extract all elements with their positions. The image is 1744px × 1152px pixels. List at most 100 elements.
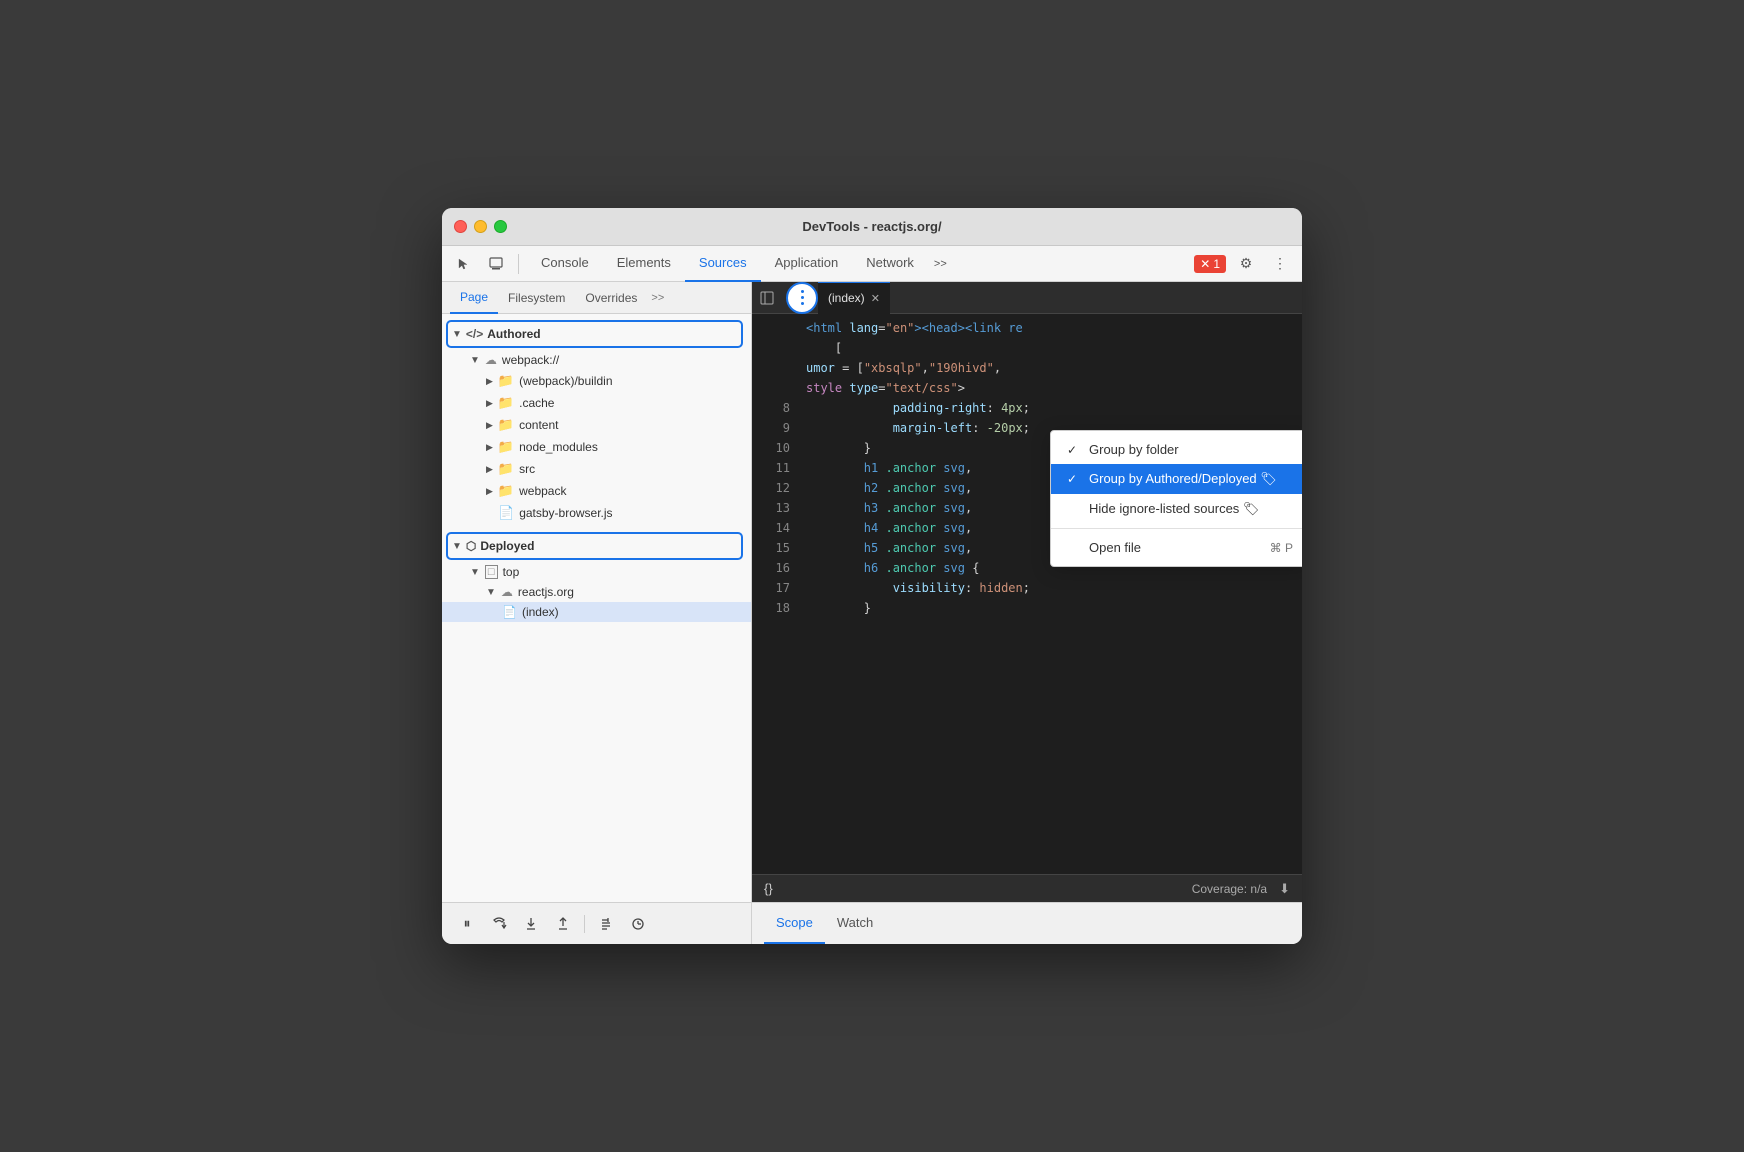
coverage-download-icon[interactable]: ⬇ [1279,881,1290,897]
sidebar-more-tabs[interactable]: >> [647,288,668,308]
code-editor: (index) ✕ <html lang="en"><head><link re… [752,282,1302,902]
menu-separator [1051,528,1302,529]
folder-webpack[interactable]: ▶ 📁 webpack [442,480,751,502]
folder-label: .cache [519,396,554,410]
deployed-section-header[interactable]: ▼ ⬡ Deployed [446,532,743,560]
tab-close-button[interactable]: ✕ [871,292,880,305]
menu-item-hide-ignore[interactable]: Hide ignore-listed sources 🏷 [1051,494,1302,524]
code-tab-index[interactable]: (index) ✕ [818,282,890,314]
folder-icon: 📁 [498,439,514,455]
tab-sources[interactable]: Sources [685,246,761,282]
line-number: 18 [760,598,790,618]
step-next-button[interactable] [625,911,651,937]
line-number: 14 [760,518,790,538]
code-content: } [806,598,871,618]
folder-node-modules[interactable]: ▶ 📁 node_modules [442,436,751,458]
index-label: (index) [522,605,559,619]
step-into-button[interactable] [518,911,544,937]
code-content: padding-right: 4px; [806,398,1030,418]
tab-elements[interactable]: Elements [603,246,685,282]
sidebar-toggle-btn[interactable] [752,282,782,314]
webpack-item[interactable]: ▼ ☁ webpack:// [442,350,751,370]
toolbar-divider [518,254,519,274]
close-button[interactable] [454,220,467,233]
index-item[interactable]: 📄 (index) [442,602,751,622]
checkmark-icon-active: ✓ [1067,472,1081,486]
menu-item-group-by-folder[interactable]: ✓ Group by folder [1051,435,1302,464]
traffic-lights [454,220,507,233]
error-badge[interactable]: ✕ 1 [1194,255,1226,273]
tab-console[interactable]: Console [527,246,603,282]
pause-button[interactable]: ⏸ [454,911,480,937]
settings-icon[interactable]: ⚙ [1232,250,1260,278]
menu-shortcut: ⌘ P [1270,541,1293,555]
tab-network[interactable]: Network [852,246,928,282]
line-number: 16 [760,558,790,578]
index-file-icon: 📄 [502,605,517,619]
folder-icon: 📁 [498,483,514,499]
debug-controls: ⏸ [442,903,752,944]
pointer-tool-icon[interactable] [450,250,478,278]
folder-cache[interactable]: ▶ 📁 .cache [442,392,751,414]
authored-section-header[interactable]: ▼ </> Authored [446,320,743,348]
content-area: Page Filesystem Overrides >> ▼ </> Autho… [442,282,1302,902]
line-number [760,358,790,378]
line-number [760,318,790,338]
line-number: 17 [760,578,790,598]
scope-watch-tabs: Scope Watch [752,903,1302,944]
folder-content[interactable]: ▶ 📁 content [442,414,751,436]
code-content: h1 .anchor svg, [806,458,972,478]
cloud-icon-2: ☁ [501,585,513,599]
minimize-button[interactable] [474,220,487,233]
coverage-label: Coverage: n/a [1192,882,1267,896]
debug-divider [584,915,585,933]
sidebar-tab-filesystem[interactable]: Filesystem [498,282,575,314]
deployed-chevron: ▼ [452,541,462,552]
error-x-icon: ✕ [1200,257,1210,271]
folder-src[interactable]: ▶ 📁 src [442,458,751,480]
code-content: h3 .anchor svg, [806,498,972,518]
folder-icon: 📁 [498,373,514,389]
menu-item-label: Group by folder [1089,442,1179,457]
reactjs-chevron: ▼ [486,587,496,598]
more-tabs-button[interactable]: >> [928,254,953,274]
kebab-icon [801,290,804,305]
title-bar: DevTools - reactjs.org/ [442,208,1302,246]
authored-icon: </> [466,327,483,341]
format-button[interactable]: {} [764,881,773,896]
step-out-button[interactable] [550,911,576,937]
file-gatsby-browser[interactable]: 📄 gatsby-browser.js [442,502,751,524]
step-over-button[interactable] [486,911,512,937]
sidebar-tab-overrides[interactable]: Overrides [575,282,647,314]
code-content: h4 .anchor svg, [806,518,972,538]
code-line-2: [ [752,338,1302,358]
tab-application[interactable]: Application [761,246,853,282]
deployed-icon: ⬡ [466,539,476,553]
sidebar-tabs: Page Filesystem Overrides >> [442,282,751,314]
folder-webpack-buildin[interactable]: ▶ 📁 (webpack)/buildin [442,370,751,392]
line-number: 9 [760,418,790,438]
more-options-icon[interactable]: ⋮ [1266,250,1294,278]
sidebar-tab-page[interactable]: Page [450,282,498,314]
line-number [760,338,790,358]
top-item[interactable]: ▼ □ top [442,562,751,582]
checkmark-icon: ✓ [1067,443,1081,457]
code-content: h5 .anchor svg, [806,538,972,558]
kebab-menu-button[interactable] [786,282,818,314]
maximize-button[interactable] [494,220,507,233]
step-button[interactable] [593,911,619,937]
reactjs-item[interactable]: ▼ ☁ reactjs.org [442,582,751,602]
code-line-17: 17 visibility: hidden; [752,578,1302,598]
line-number [760,378,790,398]
line-number: 8 [760,398,790,418]
scope-tab[interactable]: Scope [764,903,825,944]
menu-item-group-by-authored[interactable]: ✓ Group by Authored/Deployed 🏷 [1051,464,1302,494]
reactjs-label: reactjs.org [518,585,574,599]
code-tabs: (index) ✕ [752,282,1302,314]
folder-icon: 📁 [498,417,514,433]
inspect-icon[interactable] [482,250,510,278]
webpack-label: webpack:// [502,353,559,367]
menu-item-open-file[interactable]: Open file ⌘ P [1051,533,1302,562]
watch-tab[interactable]: Watch [825,903,885,944]
code-tab-label: (index) [828,291,865,305]
